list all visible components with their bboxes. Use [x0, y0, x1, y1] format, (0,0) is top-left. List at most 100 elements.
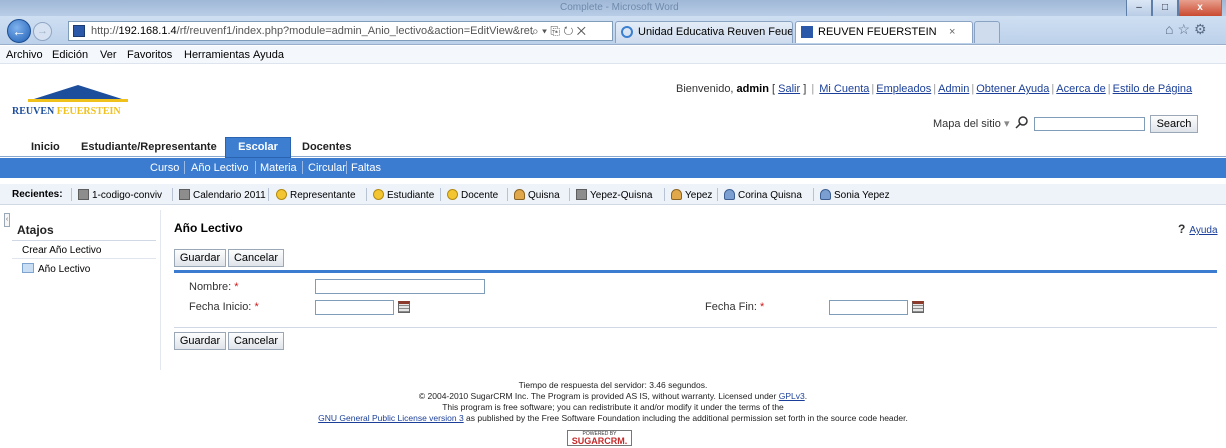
recent-item[interactable]: Docente	[447, 189, 498, 201]
fecha-fin-input[interactable]	[829, 300, 908, 315]
calendar-icon	[78, 189, 89, 200]
menu-favoritos[interactable]: Favoritos	[127, 49, 172, 61]
list-icon	[22, 263, 34, 273]
logo-bar-shape	[28, 99, 128, 102]
header-links: Bienvenido, admin [ Salir ] | Mi Cuenta |…	[676, 83, 1192, 95]
ie-icon	[621, 26, 633, 38]
server-response-time: Tiempo de respuesta del servidor: 3.46 s…	[518, 380, 708, 390]
menu-edicion[interactable]: Edición	[52, 49, 88, 61]
tab-estudiante-representante[interactable]: Estudiante/Representante	[81, 141, 217, 153]
subtab-faltas[interactable]: Faltas	[351, 162, 381, 174]
relation-icon	[576, 189, 587, 200]
close-tab-icon[interactable]: ×	[949, 22, 955, 42]
acerca-de-link[interactable]: Acerca de	[1056, 83, 1106, 95]
cancel-button[interactable]: Cancelar	[228, 249, 284, 267]
fecha-fin-label: Fecha Fin: *	[705, 301, 765, 313]
help-icon: ?	[1178, 222, 1186, 236]
subtab-anio-lectivo[interactable]: Año Lectivo	[191, 162, 248, 174]
sidebar-divider	[12, 258, 156, 259]
new-tab-button[interactable]	[974, 21, 1000, 43]
recent-item[interactable]: Quisna	[514, 189, 560, 201]
browser-tab-unidad[interactable]: Unidad Educativa Reuven Feue...	[615, 21, 793, 43]
menu-ayuda[interactable]: Ayuda	[253, 49, 284, 61]
save-button[interactable]: Guardar	[174, 249, 226, 267]
recents-separator	[366, 188, 367, 201]
module-icon	[373, 189, 384, 200]
calendar-icon[interactable]	[398, 301, 410, 313]
empleados-link[interactable]: Empleados	[876, 83, 931, 95]
nombre-input[interactable]	[315, 279, 485, 294]
sidebar-border	[160, 210, 161, 370]
recents-separator	[268, 188, 269, 201]
calendar-icon	[179, 189, 190, 200]
copyright-text: © 2004-2010 SugarCRM Inc. The Program is…	[418, 391, 808, 401]
address-actions-icon[interactable]: ⌕ ▾ ⎘ ↻ ✕	[532, 24, 586, 39]
recent-item[interactable]: Yepez-Quisna	[576, 189, 652, 201]
obtener-ayuda-link[interactable]: Obtener Ayuda	[976, 83, 1049, 95]
company-logo[interactable]: REUVEN FEUERSTEIN	[12, 85, 137, 123]
browser-tab-reuven[interactable]: REUVEN FEUERSTEIN ×	[795, 21, 973, 43]
separator: |	[1107, 83, 1111, 95]
salir-link[interactable]: Salir	[778, 83, 800, 95]
menu-bar: Archivo Edición Ver Favoritos Herramient…	[0, 46, 1226, 64]
welcome-text: Bienvenido,	[676, 83, 737, 95]
subtab-circular[interactable]: Circular	[308, 162, 346, 174]
calendar-icon[interactable]	[912, 301, 924, 313]
recent-item[interactable]: Yepez	[671, 189, 712, 201]
page-title: Año Lectivo	[174, 221, 243, 235]
recent-item[interactable]: Corina Quisna	[724, 189, 802, 201]
fecha-inicio-input[interactable]	[315, 300, 394, 315]
estilo-de-pagina-link[interactable]: Estilo de Página	[1113, 83, 1193, 95]
separator: |	[871, 83, 875, 95]
separator: |	[1051, 83, 1055, 95]
powered-by-sugarcrm-logo[interactable]: POWERED BY SUGARCRM.	[567, 430, 632, 446]
tab-inicio[interactable]: Inicio	[31, 141, 60, 153]
menu-herramientas[interactable]: Herramientas	[184, 49, 250, 61]
subtab-materia[interactable]: Materia	[260, 162, 297, 174]
anio-lectivo-list-label: Año Lectivo	[38, 264, 91, 275]
chevron-down-icon: ▾	[1003, 118, 1010, 130]
browser-tab-label: REUVEN FEUERSTEIN	[818, 26, 937, 38]
menu-ver[interactable]: Ver	[100, 49, 117, 61]
sitemap-label: Mapa del sitio	[933, 118, 1001, 130]
forward-button[interactable]: →	[33, 22, 52, 41]
gplv3-link[interactable]: GPLv3	[779, 391, 805, 401]
subtab-curso[interactable]: Curso	[150, 162, 179, 174]
recent-item[interactable]: 1-codigo-conviv	[78, 189, 162, 201]
license-text: This program is free software; you can r…	[442, 402, 784, 412]
recent-item[interactable]: Sonia Yepez	[820, 189, 890, 201]
admin-link[interactable]: Admin	[938, 83, 969, 95]
search-button[interactable]: Search	[1150, 115, 1198, 133]
recents-separator	[664, 188, 665, 201]
recent-item[interactable]: Representante	[276, 189, 356, 201]
bracket-close: ]	[800, 83, 807, 95]
anio-lectivo-list-link[interactable]: Año Lectivo	[22, 263, 90, 275]
url-text[interactable]: http://192.168.1.4/rf/reuvenf1/index.php…	[91, 25, 533, 37]
sitemap-dropdown[interactable]: Mapa del sitio ▾	[933, 117, 1009, 130]
mi-cuenta-link[interactable]: Mi Cuenta	[819, 83, 869, 95]
recents-separator	[440, 188, 441, 201]
help-link[interactable]: ? Ayuda	[1178, 222, 1218, 236]
search-input[interactable]	[1034, 117, 1145, 131]
gnu-gpl-link[interactable]: GNU General Public License version 3	[318, 413, 464, 423]
recent-item[interactable]: Estudiante	[373, 189, 434, 201]
create-anio-lectivo-link[interactable]: Crear Año Lectivo	[22, 245, 102, 256]
menu-archivo[interactable]: Archivo	[6, 49, 43, 61]
people-icon	[820, 189, 831, 200]
logo-text: REUVEN FEUERSTEIN	[12, 106, 121, 117]
separator: |	[811, 83, 815, 95]
tab-escolar[interactable]: Escolar	[225, 137, 291, 158]
address-bar[interactable]: http://192.168.1.4/rf/reuvenf1/index.php…	[68, 21, 613, 41]
sub-tab-bar: Curso Año Lectivo Materia Circular Falta…	[0, 158, 1226, 178]
back-button[interactable]: ←	[7, 19, 31, 43]
home-favorites-tools-icon[interactable]: ⌂☆⚙	[1165, 21, 1211, 38]
tab-docentes[interactable]: Docentes	[302, 141, 352, 153]
recents-separator	[172, 188, 173, 201]
recent-item[interactable]: Calendario 2011	[179, 189, 266, 201]
save-button-bottom[interactable]: Guardar	[174, 332, 226, 350]
window-title: Complete - Microsoft Word	[560, 2, 679, 13]
separator: |	[971, 83, 975, 95]
sidebar-collapse-handle[interactable]: ‹	[4, 213, 10, 227]
subtab-separator	[184, 161, 185, 174]
cancel-button-bottom[interactable]: Cancelar	[228, 332, 284, 350]
